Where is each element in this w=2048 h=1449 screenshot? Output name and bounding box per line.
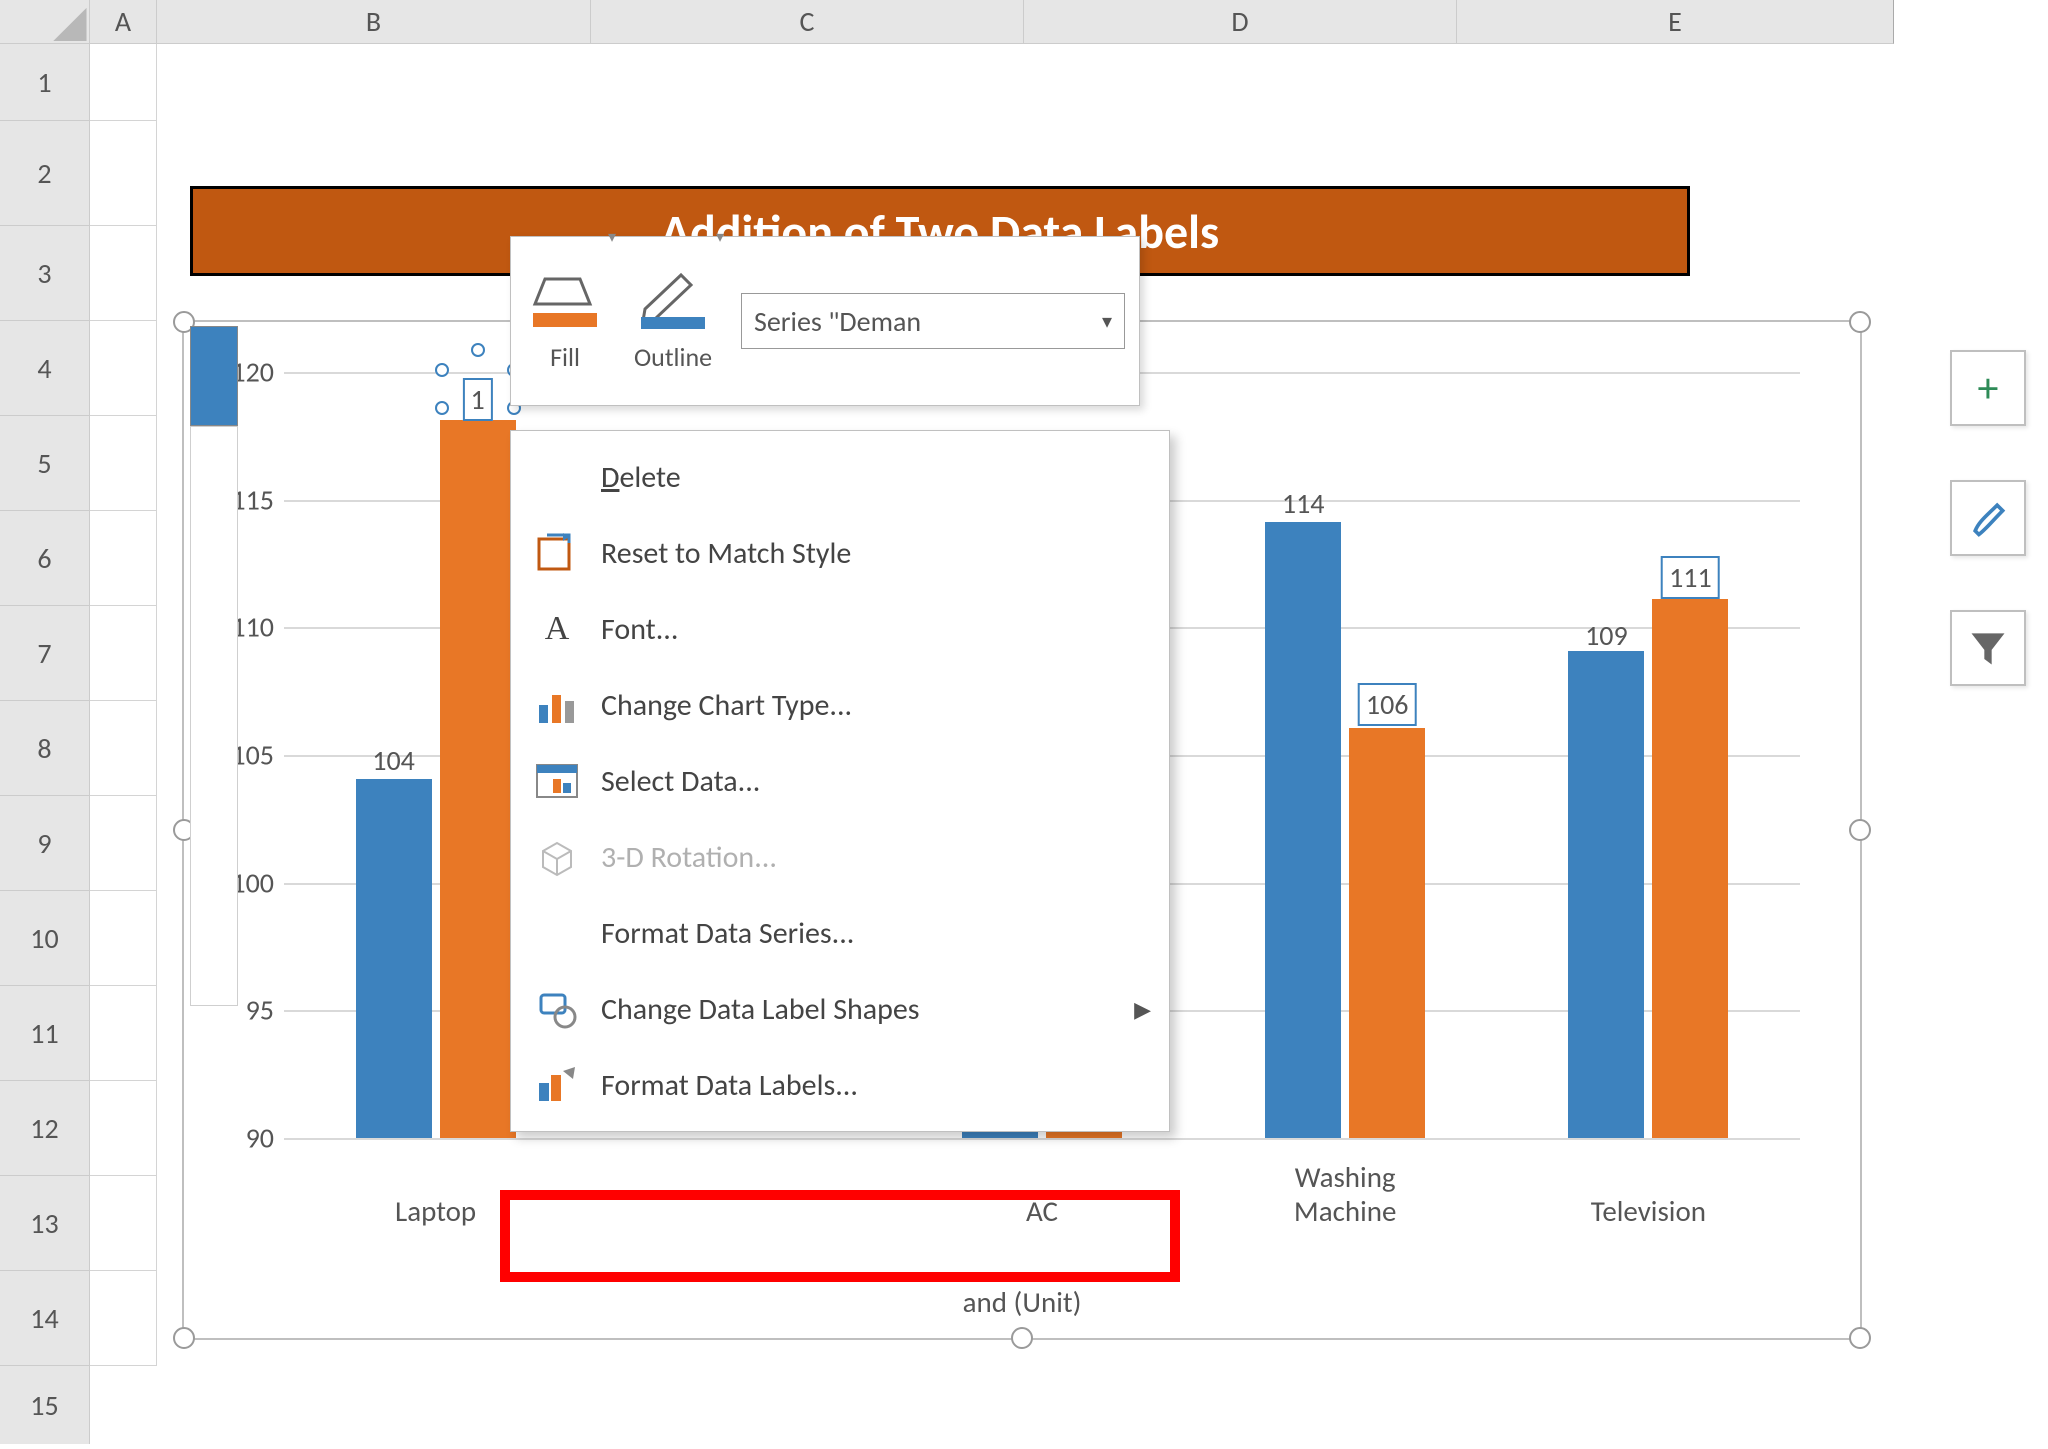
bar-demand-laptop[interactable] bbox=[440, 420, 516, 1138]
format-labels-icon bbox=[533, 1061, 581, 1109]
ytick: 90 bbox=[204, 1121, 274, 1156]
ctx-delete[interactable]: D Delete /*placeholder*/ Delete bbox=[511, 439, 1169, 515]
ctx-change-label-shapes-label: Change Data Label Shapes bbox=[601, 991, 920, 1028]
ctx-reset-label: Reset to Match Style bbox=[601, 535, 851, 572]
cube-icon bbox=[533, 833, 581, 881]
chart-element-plus-button[interactable]: + bbox=[1950, 350, 2026, 426]
col-header-E[interactable]: E bbox=[1457, 0, 1894, 44]
context-menu: D Delete /*placeholder*/ Delete Reset to… bbox=[510, 430, 1170, 1132]
ctx-reset[interactable]: Reset to Match Style bbox=[511, 515, 1169, 591]
row-header-2[interactable]: 2 bbox=[0, 121, 90, 226]
outline-button[interactable]: ▾ Outline bbox=[633, 269, 713, 373]
x-category: Television bbox=[1548, 1195, 1748, 1228]
row-header-6[interactable]: 6 bbox=[0, 511, 90, 606]
data-label-selected[interactable]: 111 bbox=[1661, 556, 1720, 599]
selection-handle[interactable] bbox=[173, 1327, 195, 1349]
x-category: Washing Machine bbox=[1245, 1161, 1445, 1228]
data-label-selected[interactable]: 1 bbox=[462, 378, 492, 421]
white-corner bbox=[190, 426, 238, 1006]
ctx-change-chart-type-label: Change Chart Type... bbox=[601, 687, 852, 724]
ctx-font[interactable]: A Font... bbox=[511, 591, 1169, 667]
select-all-corner[interactable] bbox=[0, 0, 90, 44]
blank-icon bbox=[533, 453, 581, 501]
fill-label: Fill bbox=[550, 341, 580, 373]
selection-handle[interactable] bbox=[1849, 311, 1871, 333]
outline-label: Outline bbox=[634, 341, 712, 373]
data-label: 104 bbox=[354, 743, 434, 778]
ctx-format-data-labels[interactable]: Format Data Labels... bbox=[511, 1047, 1169, 1123]
series-selector-text: Series "Deman bbox=[754, 304, 921, 339]
row-header-9[interactable]: 9 bbox=[0, 796, 90, 891]
ctx-3d-rotation: 3-D Rotation... bbox=[511, 819, 1169, 895]
x-category: Laptop bbox=[336, 1195, 536, 1228]
bar-demand-tv[interactable] bbox=[1652, 599, 1728, 1138]
row-header-5[interactable]: 5 bbox=[0, 416, 90, 511]
data-label-selected[interactable]: 106 bbox=[1358, 683, 1417, 726]
selection-handle[interactable] bbox=[1849, 819, 1871, 841]
row-header-8[interactable]: 8 bbox=[0, 701, 90, 796]
blank-icon bbox=[533, 909, 581, 957]
col-header-C[interactable]: C bbox=[591, 0, 1024, 44]
shape-icon bbox=[533, 985, 581, 1033]
row-header-12[interactable]: 12 bbox=[0, 1081, 90, 1176]
ctx-format-series[interactable]: Format Data Series... bbox=[511, 895, 1169, 971]
data-label: 109 bbox=[1566, 618, 1646, 653]
col-header-B[interactable]: B bbox=[157, 0, 591, 44]
col-header-D[interactable]: D bbox=[1024, 0, 1457, 44]
col-header-A[interactable]: A bbox=[90, 0, 157, 44]
row-header-14[interactable]: 14 bbox=[0, 1271, 90, 1366]
outline-icon bbox=[633, 269, 713, 335]
row-header-3[interactable]: 3 bbox=[0, 226, 90, 321]
font-icon: A bbox=[533, 605, 581, 653]
selection-handle[interactable] bbox=[1011, 1327, 1033, 1349]
blue-corner bbox=[190, 326, 238, 426]
row-header-10[interactable]: 10 bbox=[0, 891, 90, 986]
bar-supply-laptop[interactable] bbox=[356, 779, 432, 1138]
ctx-delete-label: Delete bbox=[601, 459, 681, 496]
bar-demand-wm[interactable] bbox=[1349, 728, 1425, 1138]
bar-supply-wm[interactable] bbox=[1265, 522, 1341, 1138]
series-selector[interactable]: Series "Deman ▾ bbox=[741, 293, 1125, 349]
row-header-1[interactable]: 1 bbox=[0, 44, 90, 121]
select-data-icon bbox=[533, 757, 581, 805]
ctx-select-data-label: Select Data... bbox=[601, 763, 760, 800]
row-header-7[interactable]: 7 bbox=[0, 606, 90, 701]
chart-type-icon bbox=[533, 681, 581, 729]
ctx-format-series-label: Format Data Series... bbox=[601, 915, 854, 952]
chevron-down-icon: ▾ bbox=[1102, 309, 1112, 334]
row-header-13[interactable]: 13 bbox=[0, 1176, 90, 1271]
fill-button[interactable]: ▾ Fill bbox=[525, 269, 605, 373]
legend-fragment: and (Unit) bbox=[184, 1284, 1860, 1320]
plus-icon: + bbox=[1978, 363, 1999, 414]
ctx-font-label: Font... bbox=[601, 611, 678, 648]
reset-icon bbox=[533, 529, 581, 577]
submenu-arrow-icon: ▶ bbox=[1134, 996, 1151, 1023]
selection-handle[interactable] bbox=[1849, 1327, 1871, 1349]
ctx-change-chart-type[interactable]: Change Chart Type... bbox=[511, 667, 1169, 743]
brush-icon bbox=[1966, 496, 2010, 540]
ctx-3d-rotation-label: 3-D Rotation... bbox=[601, 839, 777, 876]
row-header-11[interactable]: 11 bbox=[0, 986, 90, 1081]
ctx-select-data[interactable]: Select Data... bbox=[511, 743, 1169, 819]
chart-filter-funnel-button[interactable] bbox=[1950, 610, 2026, 686]
funnel-icon bbox=[1966, 626, 2010, 670]
bar-supply-tv[interactable] bbox=[1568, 651, 1644, 1138]
fill-icon bbox=[525, 269, 605, 335]
row-header-4[interactable]: 4 bbox=[0, 321, 90, 416]
row-header-15[interactable]: 15 bbox=[0, 1366, 90, 1444]
mini-toolbar: ▾ Fill ▾ Outline Series "Deman ▾ bbox=[510, 236, 1140, 406]
ctx-change-label-shapes[interactable]: Change Data Label Shapes ▶ bbox=[511, 971, 1169, 1047]
ctx-format-data-labels-label: Format Data Labels... bbox=[601, 1067, 858, 1104]
chart-style-brush-button[interactable] bbox=[1950, 480, 2026, 556]
data-label: 114 bbox=[1263, 486, 1343, 521]
x-category: AC bbox=[942, 1195, 1142, 1228]
